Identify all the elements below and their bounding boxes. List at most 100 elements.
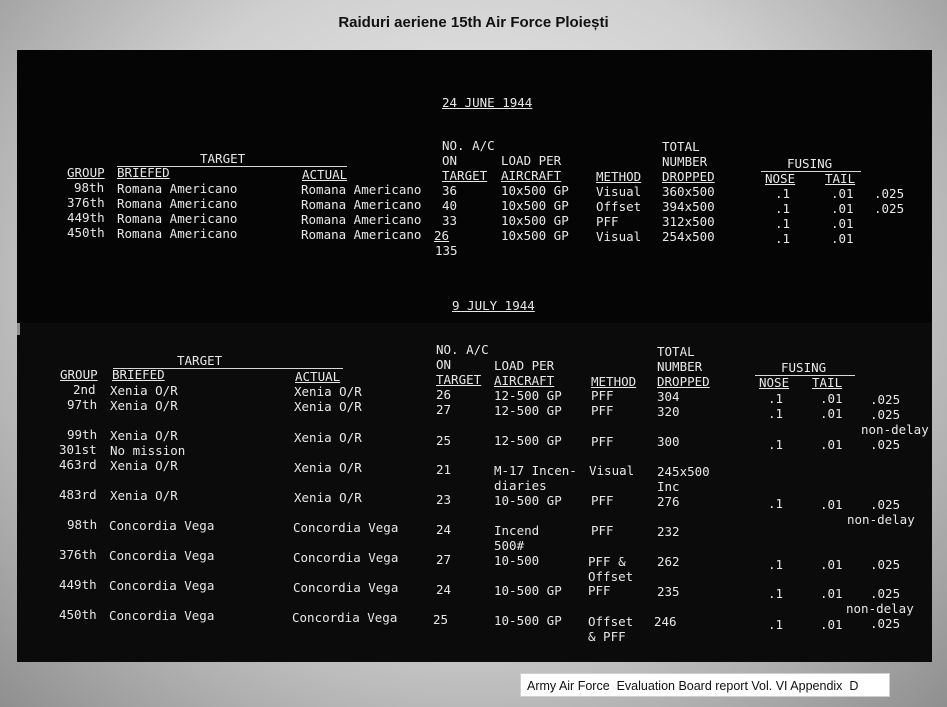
raid1-fusing-header: FUSING — [787, 156, 833, 171]
raid2-actual: Concordia Vega — [293, 520, 399, 535]
raid2-actual: Concordia Vega — [293, 550, 399, 565]
raid1-briefed: Romana Americano — [117, 226, 238, 241]
raid2-briefed-header: BRIEFED — [112, 367, 165, 382]
raid2-total: 304 — [657, 389, 680, 404]
raid1-total-header-2: NUMBER — [662, 154, 708, 169]
raid2-method: Offset — [588, 614, 634, 629]
raid1-tail: .01 — [831, 186, 854, 201]
raid2-extra: .025 — [870, 437, 901, 452]
raid2-total: 262 — [657, 554, 680, 569]
raid1-load: 10x500 GP — [501, 198, 569, 213]
raid2-total: 232 — [657, 524, 680, 539]
raid2-total: 276 — [657, 494, 680, 509]
raid1-total-aircraft: 135 — [435, 243, 458, 258]
raid2-group: 376th — [59, 547, 97, 562]
raid2-briefed: Xenia O/R — [110, 398, 178, 413]
raid2-briefed: Concordia Vega — [109, 518, 215, 533]
raid2-total-header-1: TOTAL — [657, 344, 695, 359]
raid2-actual: Xenia O/R — [294, 490, 362, 505]
raid2-total: 320 — [657, 404, 680, 419]
raid1-method-header: METHOD — [596, 169, 642, 184]
raid1-ac: 40 — [442, 198, 458, 213]
raid2-total: 300 — [657, 434, 680, 449]
raid2-actual: Xenia O/R — [294, 460, 362, 475]
raid1-ac: 26 — [434, 228, 450, 243]
raid2-actual: Xenia O/R — [294, 430, 362, 445]
raid1-target-header: TARGET — [200, 151, 246, 166]
raid2-nose: .1 — [768, 586, 784, 601]
raid2-method: PFF — [591, 388, 614, 403]
raid2-tail: .01 — [820, 437, 843, 452]
raid2-briefed: Xenia O/R — [110, 383, 178, 398]
raid2-group: 97th — [67, 397, 98, 412]
raid1-extra: .025 — [874, 201, 905, 216]
raid2-note: non-delay — [861, 422, 929, 437]
raid2-group: 301st — [59, 442, 97, 457]
raid2-extra: .025 — [870, 407, 901, 422]
raid2-load: 12-500 GP — [494, 388, 562, 403]
slide-title: Raiduri aeriene 15th Air Force Ploiești — [338, 14, 609, 31]
raid1-briefed-header: BRIEFED — [117, 165, 170, 180]
raid1-total: 360x500 — [662, 184, 715, 199]
raid1-noac-header-2: ON — [442, 153, 458, 168]
raid1-total: 394x500 — [662, 199, 715, 214]
raid2-method: PFF & — [588, 554, 626, 569]
raid1-ac: 33 — [442, 213, 458, 228]
raid1-method: PFF — [596, 214, 619, 229]
raid2-nose-header: NOSE — [759, 375, 790, 390]
raid1-noac-header-1: NO. A/C — [442, 138, 495, 153]
raid2-total-line2: Inc — [657, 479, 680, 494]
raid2-note: non-delay — [846, 601, 914, 616]
raid2-ac: 27 — [436, 402, 452, 417]
raid2-ac: 26 — [436, 387, 452, 402]
raid2-load: M-17 Incen- — [494, 463, 577, 478]
raid1-method: Visual — [596, 229, 642, 244]
raid2-tail: .01 — [820, 557, 843, 572]
raid2-load: 12-500 GP — [494, 433, 562, 448]
raid2-total-header-2: NUMBER — [657, 359, 703, 374]
raid2-group: 99th — [67, 427, 98, 442]
raid1-tail: .01 — [831, 216, 854, 231]
raid2-group: 483rd — [59, 487, 97, 502]
raid1-group: 449th — [67, 210, 105, 225]
raid1-actual: Romana Americano — [301, 182, 422, 197]
raid2-total: 246 — [654, 614, 677, 629]
raid2-ac: 27 — [436, 552, 452, 567]
raid2-note: non-delay — [847, 512, 915, 527]
raid2-ac: 25 — [433, 612, 449, 627]
raid2-method: PFF — [591, 403, 614, 418]
raid1-tail: .01 — [831, 231, 854, 246]
raid2-load-header-2: AIRCRAFT — [494, 373, 555, 388]
raid1-actual: Romana Americano — [301, 227, 422, 242]
raid2-method: PFF — [591, 434, 614, 449]
raid2-tail: .01 — [820, 497, 843, 512]
raid2-briefed: Concordia Vega — [109, 548, 215, 563]
raid1-load-header-2: AIRCRAFT — [501, 168, 562, 183]
raid2-extra: .025 — [870, 557, 901, 572]
raid1-group: 98th — [74, 180, 105, 195]
raid2-nose: .1 — [768, 617, 784, 632]
raid2-briefed: Xenia O/R — [110, 428, 178, 443]
raid2-extra: .025 — [870, 586, 901, 601]
raid2-tail: .01 — [820, 406, 843, 421]
raid2-load: 10-500 GP — [494, 613, 562, 628]
raid1-load: 10x500 GP — [501, 213, 569, 228]
raid1-nose-header: NOSE — [765, 171, 796, 186]
raid1-total: 254x500 — [662, 229, 715, 244]
raid1-group: 450th — [67, 225, 105, 240]
raid2-noac-header-1: NO. A/C — [436, 342, 489, 357]
raid2-noac-header-2: ON — [436, 357, 452, 372]
document-scan: 24 JUNE 1944 NO. A/C ON TARGET LOAD PER … — [17, 50, 932, 662]
raid2-ac: 21 — [436, 462, 452, 477]
raid2-briefed: No mission — [110, 443, 186, 458]
raid2-briefed: Concordia Vega — [109, 608, 215, 623]
raid2-actual: Xenia O/R — [294, 384, 362, 399]
raid1-load-header-1: LOAD PER — [501, 153, 562, 168]
raid2-total: 245x500 — [657, 464, 710, 479]
raid2-group: 463rd — [59, 457, 97, 472]
raid2-ac: 24 — [436, 582, 452, 597]
raid2-briefed: Concordia Vega — [109, 578, 215, 593]
raid2-fusing-header: FUSING — [781, 360, 827, 375]
raid1-tail-header: TAIL — [825, 171, 856, 186]
raid2-group: 98th — [67, 517, 98, 532]
